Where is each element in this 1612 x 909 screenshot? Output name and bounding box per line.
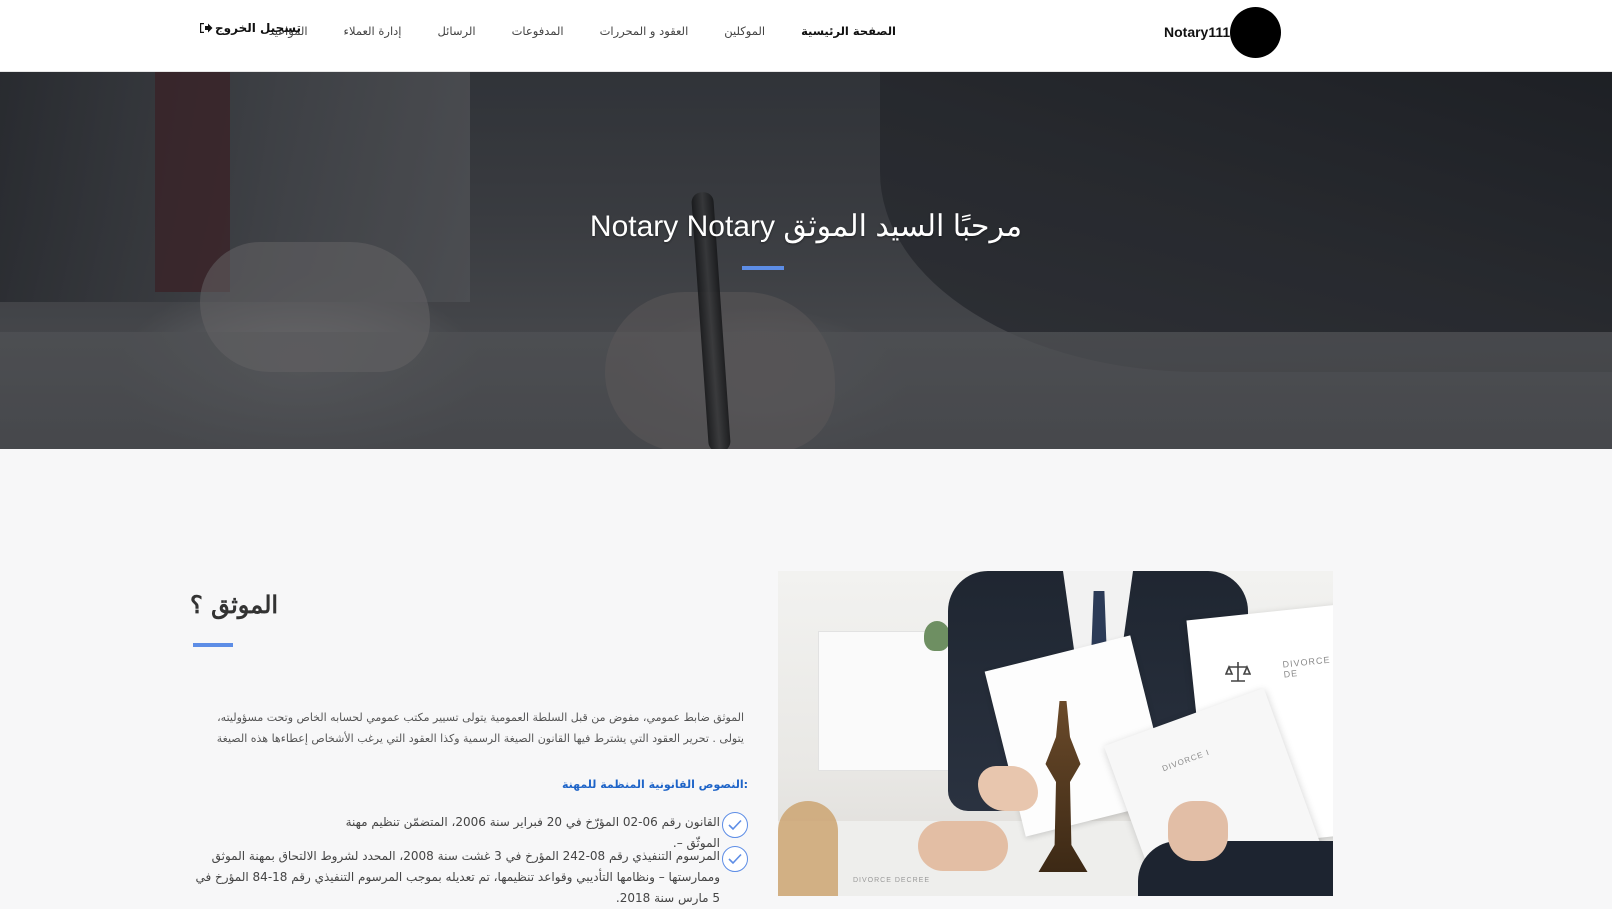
nav-item-home[interactable]: الصفحة الرئيسية (783, 22, 914, 40)
nav-item-messages[interactable]: الرسائل (419, 22, 493, 40)
brand-name: Notary111 (1164, 24, 1231, 40)
nav-links: الصفحة الرئيسية الموكلين العقود و المحرر… (251, 22, 914, 40)
nav-item-customer-management[interactable]: إدارة العملاء (326, 22, 420, 40)
hero-banner: Notary Notary مرحبًا السيد الموثق (0, 72, 1612, 449)
nav-item-payments[interactable]: المدفوعات (494, 22, 582, 40)
scales-icon (1225, 662, 1251, 682)
check-circle-icon (722, 846, 748, 872)
avatar[interactable] (1230, 6, 1282, 58)
hero-overlay (0, 72, 1612, 449)
logout-label: تسجيل الخروج (215, 21, 301, 35)
photo-shape (1138, 841, 1333, 896)
photo-shape (1168, 801, 1228, 861)
legal-item-2: المرسوم التنفيذي رقم 08-242 المؤرخ في 3 … (195, 849, 720, 905)
photo-shape (778, 801, 838, 896)
legal-texts-heading: :النصوص القانونية المنظمة للمهنة (561, 778, 748, 791)
photo-shape (978, 766, 1038, 811)
nav-item-contracts[interactable]: العقود و المحررات (582, 22, 707, 40)
about-title: الموثق ؟ (190, 590, 279, 619)
logout-button[interactable]: تسجيل الخروج (199, 21, 301, 35)
hero-title: Notary Notary مرحبًا السيد الموثق (589, 210, 1023, 243)
hero-title-underline (742, 266, 784, 270)
brand[interactable]: Notary111 (1164, 6, 1282, 58)
photo-shape (924, 621, 950, 651)
photo-shape (818, 631, 968, 771)
check-circle-icon (722, 812, 748, 838)
top-navbar: Notary111 الصفحة الرئيسية الموكلين العقو… (0, 0, 1612, 72)
about-title-underline (193, 643, 233, 647)
notary-photo: DIVORCE DE DIVORCE I DIVORCE DECREE (778, 571, 1333, 896)
about-description: الموثق ضابط عمومي، مفوض من قبل السلطة ال… (216, 711, 744, 745)
sign-out-icon (199, 22, 213, 34)
nav-item-clients[interactable]: الموكلين (706, 22, 783, 40)
photo-doc-label: DIVORCE DECREE (853, 877, 931, 884)
photo-shape (918, 821, 1008, 871)
